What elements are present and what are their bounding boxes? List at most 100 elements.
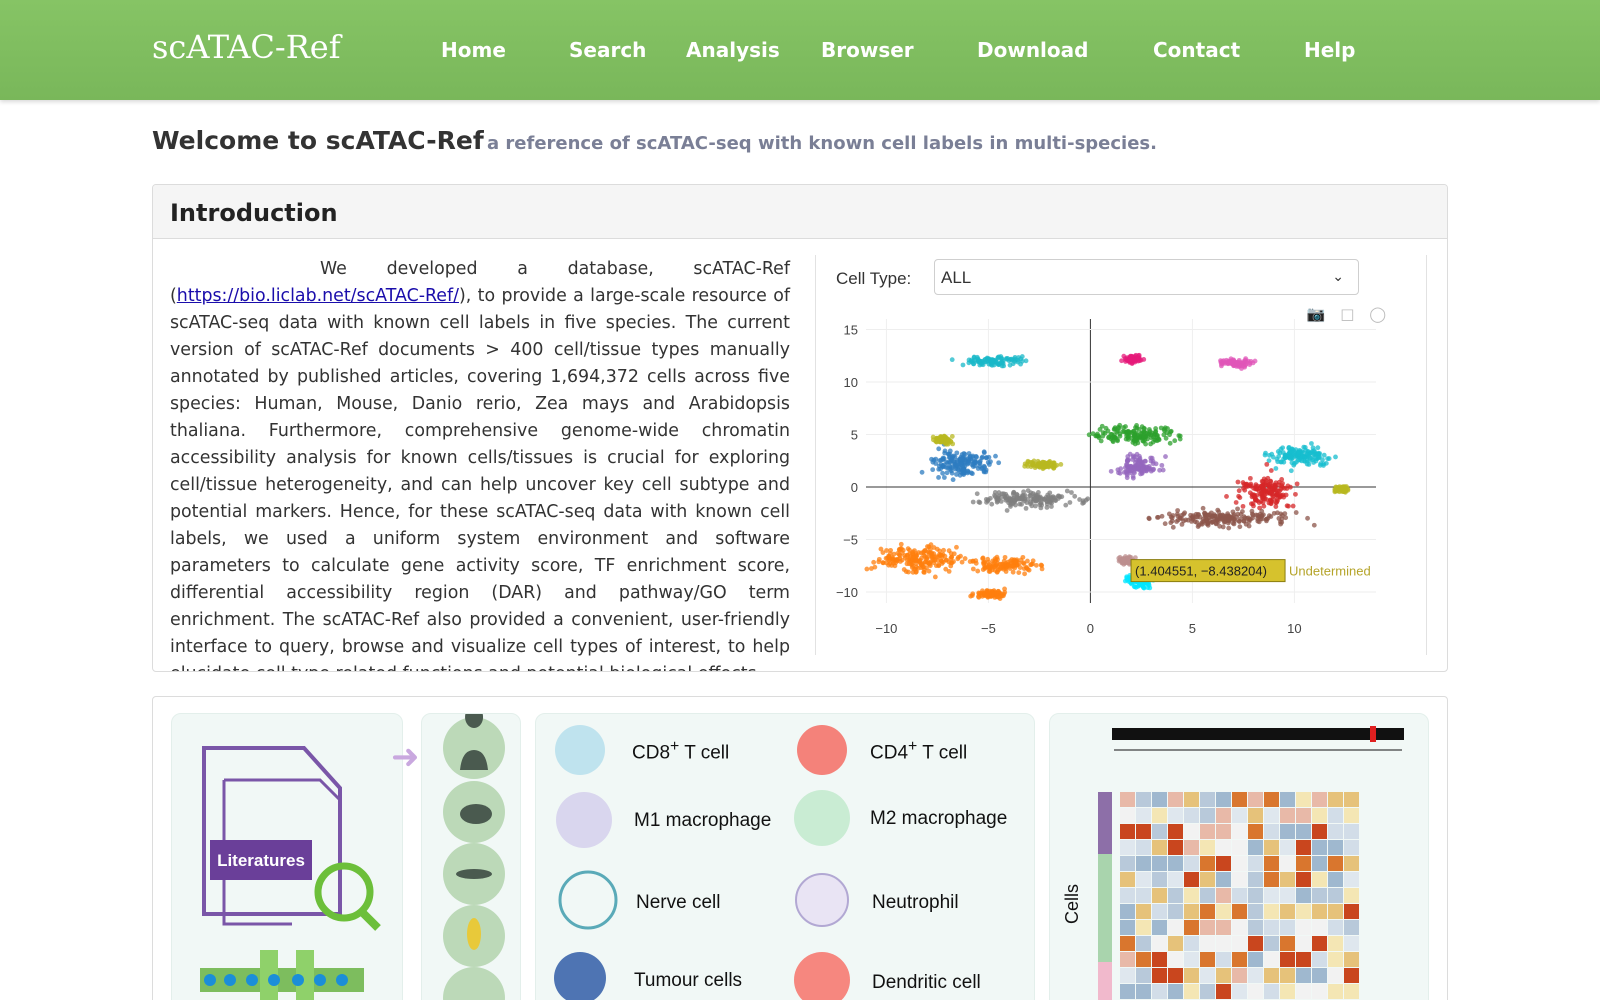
tooltip-coordinates: (1.404551, −8.438204) <box>1135 564 1267 579</box>
heatmap-cell <box>1264 920 1279 935</box>
heatmap-cell <box>1248 808 1263 823</box>
heatmap-cell <box>1216 968 1231 983</box>
scatter-point <box>1130 475 1136 481</box>
scatter-point <box>1284 486 1290 491</box>
heatmap-cell <box>1296 872 1311 887</box>
heatmap-cell <box>1216 840 1231 855</box>
scatter-point <box>1036 460 1042 466</box>
heatmap-cell <box>1216 824 1231 839</box>
chromosome-marker <box>1370 726 1376 742</box>
heatmap-cell <box>1248 824 1263 839</box>
heatmap-cell <box>1312 888 1327 903</box>
nav-search[interactable]: Search <box>569 38 646 62</box>
scatter-point <box>929 456 934 462</box>
scatac-ref-link[interactable]: https://bio.liclab.net/scATAC-Ref/ <box>177 286 459 306</box>
heatmap-cell <box>1312 840 1327 855</box>
scatter-point <box>1137 582 1142 587</box>
scatter-point <box>1267 481 1272 487</box>
fish-silhouette <box>456 869 492 879</box>
heatmap-cell <box>1312 904 1327 919</box>
heatmap-cell <box>1344 968 1359 983</box>
scatter-point <box>1146 516 1152 522</box>
scatter-point <box>983 469 989 475</box>
scatter-point <box>1241 485 1246 491</box>
heatmap-cell <box>1280 984 1295 999</box>
heatmap-cell <box>1168 808 1183 823</box>
nav-contact[interactable]: Contact <box>1153 38 1240 62</box>
heatmap-cell <box>1152 968 1167 983</box>
cell-types-card: CD8+ T cell CD4+ T cell M1 macrophage M2… <box>535 713 1035 1000</box>
heatmap-cell <box>1296 904 1311 919</box>
heatmap-cell <box>1264 872 1279 887</box>
scatter-point <box>1030 558 1036 564</box>
scatter-point <box>1215 507 1221 513</box>
heatmap-cell <box>1184 952 1199 967</box>
nav-download[interactable]: Download <box>977 38 1088 62</box>
scatter-point <box>1016 570 1022 575</box>
scatter-point <box>996 590 1001 596</box>
scatter-point <box>1111 427 1117 432</box>
scatter-point <box>1280 445 1286 451</box>
scatter-point <box>1002 562 1007 568</box>
nav-home[interactable]: Home <box>441 38 506 62</box>
scatter-point <box>957 456 963 462</box>
heatmap-cell <box>1296 920 1311 935</box>
heatmap-cell <box>1120 808 1135 823</box>
umap-scatter-plot[interactable]: −10 −5 0 5 10 15 10 5 0 −5 −10 (1.404551, −8.438204… <box>816 313 1426 655</box>
cd4-t-cell-icon <box>797 725 847 775</box>
scatter-point <box>1235 506 1240 512</box>
scatter-point <box>1204 512 1210 518</box>
nav-analysis[interactable]: Analysis <box>686 38 780 62</box>
scatter-point <box>945 460 950 466</box>
scatter-point <box>940 470 946 476</box>
scatter-point <box>1280 481 1285 486</box>
tumour-cells-label: Tumour cells <box>634 970 743 991</box>
scatter-point <box>1052 495 1058 501</box>
scatter-point <box>1125 457 1131 463</box>
heatmap-cell <box>1264 792 1279 807</box>
scatter-point <box>1183 517 1189 523</box>
heatmap-cell <box>1328 952 1343 967</box>
heatmap-cell <box>1328 984 1343 999</box>
celltype-select[interactable]: ALL ⌄ <box>934 259 1359 295</box>
heatmap-cell <box>1232 968 1247 983</box>
scatter-point <box>1167 440 1173 446</box>
scatter-point <box>926 568 932 574</box>
nav-browser[interactable]: Browser <box>821 38 914 62</box>
heatmap-cell <box>1312 824 1327 839</box>
scatter-point <box>1255 516 1261 522</box>
magnifier-handle <box>359 909 381 931</box>
heatmap-cell <box>1232 792 1247 807</box>
scatter-point <box>996 460 1002 466</box>
scatter-point <box>1240 480 1246 485</box>
scatter-point <box>1253 497 1259 503</box>
heatmap-cell <box>1296 856 1311 871</box>
scatter-point <box>949 434 955 439</box>
cluster-points <box>1146 505 1317 531</box>
scatter-point <box>1264 518 1269 524</box>
cd4-sup: + <box>908 738 918 755</box>
scatter-point <box>1209 514 1215 519</box>
heatmap-cell <box>1232 808 1247 823</box>
nav-help[interactable]: Help <box>1304 38 1355 62</box>
brand-logo[interactable]: scATAC-Ref <box>152 28 341 66</box>
heatmap-cell <box>1312 856 1327 871</box>
scatter-point <box>932 574 938 580</box>
scatter-point <box>1249 508 1255 514</box>
heatmap-cell <box>1248 856 1263 871</box>
scatter-point <box>1045 492 1051 498</box>
scatter-point <box>1177 515 1183 521</box>
scatter-point <box>1150 461 1156 467</box>
scatter-point <box>1246 523 1252 529</box>
scatter-point <box>983 496 989 502</box>
scatter-point <box>1269 492 1275 498</box>
heatmap-cell <box>1200 952 1215 967</box>
scatter-point <box>1278 459 1284 465</box>
heatmap-cell <box>1248 920 1263 935</box>
scatter-point <box>937 548 943 554</box>
scatter-point <box>1116 555 1122 561</box>
scatter-point <box>984 358 990 363</box>
mouse-silhouette <box>460 804 492 824</box>
scatter-point <box>1247 483 1253 488</box>
heatmap-cell <box>1168 968 1183 983</box>
